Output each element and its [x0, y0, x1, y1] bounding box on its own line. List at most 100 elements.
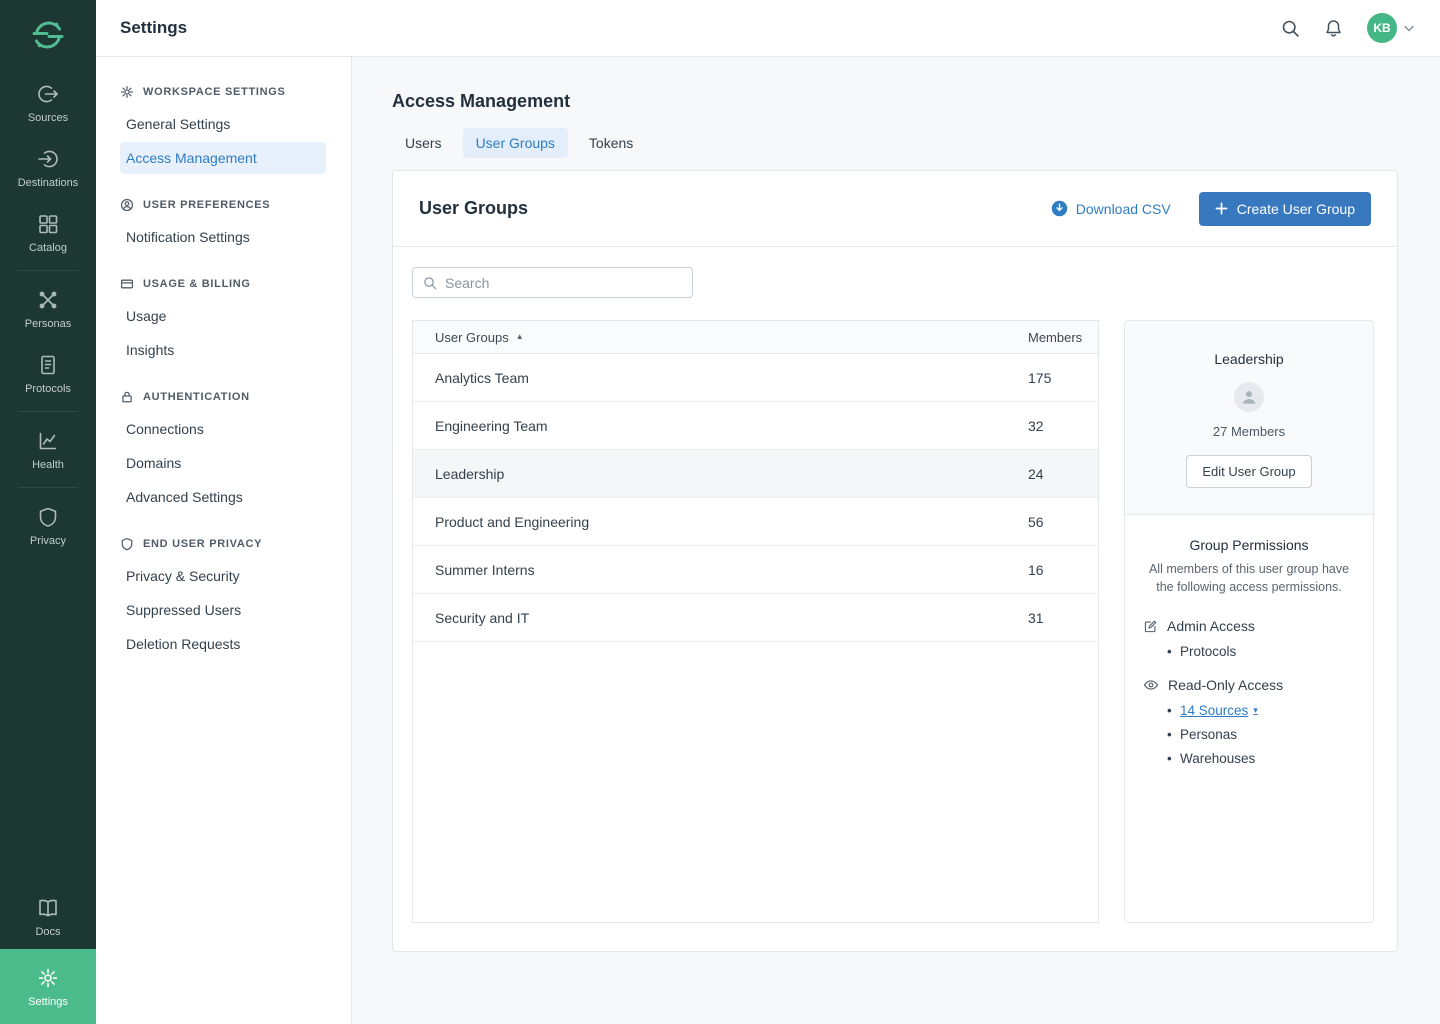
- card-body: User Groups ▲ Members Analytics Team 175: [393, 247, 1397, 951]
- group-detail-summary: Leadership 27 Members Edit User Group: [1125, 321, 1373, 515]
- user-circle-icon: [120, 198, 134, 212]
- members-cell: 31: [1028, 610, 1098, 626]
- nav-item-domains[interactable]: Domains: [120, 447, 326, 479]
- sidebar-item-settings[interactable]: Settings: [0, 949, 96, 1024]
- nav-section-heading-label: USAGE & BILLING: [143, 278, 251, 290]
- sidebar-item-catalog[interactable]: Catalog: [0, 200, 96, 265]
- search-input[interactable]: [445, 275, 682, 291]
- sidebar-item-destinations[interactable]: Destinations: [0, 135, 96, 200]
- table-row[interactable]: Security and IT 31: [413, 594, 1098, 642]
- column-header-label: User Groups: [435, 330, 509, 345]
- group-name-cell: Security and IT: [413, 610, 1028, 626]
- table-row[interactable]: Product and Engineering 56: [413, 498, 1098, 546]
- sources-count-link[interactable]: 14 Sources▾: [1180, 703, 1258, 718]
- download-csv-button[interactable]: Download CSV: [1051, 200, 1171, 217]
- eye-icon: [1143, 677, 1159, 693]
- lock-icon: [120, 390, 134, 404]
- app-root: Sources Destinations Catalog Personas: [0, 0, 1440, 1024]
- table-and-detail: User Groups ▲ Members Analytics Team 175: [412, 320, 1374, 923]
- nav-section-end-user-privacy: END USER PRIVACY Privacy & Security Supp…: [96, 537, 351, 660]
- nav-section-heading-label: AUTHENTICATION: [143, 391, 250, 403]
- settings-gear-icon: [37, 967, 59, 989]
- tab-users[interactable]: Users: [392, 128, 455, 158]
- permission-item: Protocols: [1167, 644, 1355, 659]
- sidebar-item-label: Destinations: [18, 177, 79, 189]
- members-cell: 32: [1028, 418, 1098, 434]
- admin-access-group: Admin Access Protocols: [1143, 618, 1355, 659]
- nav-item-general-settings[interactable]: General Settings: [120, 108, 326, 140]
- topbar-actions: KB: [1281, 13, 1414, 43]
- settings-nav: WORKSPACE SETTINGS General Settings Acce…: [96, 57, 352, 1024]
- download-icon: [1051, 200, 1068, 217]
- sidebar-item-personas[interactable]: Personas: [0, 276, 96, 341]
- table-row[interactable]: Analytics Team 175: [413, 354, 1098, 402]
- billing-card-icon: [120, 277, 134, 291]
- nav-item-connections[interactable]: Connections: [120, 413, 326, 445]
- sidebar-item-docs[interactable]: Docs: [0, 884, 96, 949]
- sidebar-item-privacy[interactable]: Privacy: [0, 493, 96, 558]
- person-icon: [1240, 388, 1258, 406]
- tab-user-groups[interactable]: User Groups: [463, 128, 568, 158]
- members-cell: 175: [1028, 370, 1098, 386]
- segment-logo[interactable]: [0, 0, 96, 70]
- rail-divider: [18, 487, 78, 488]
- group-name-cell: Summer Interns: [413, 562, 1028, 578]
- user-groups-table: User Groups ▲ Members Analytics Team 175: [412, 320, 1099, 923]
- nav-item-deletion-requests[interactable]: Deletion Requests: [120, 628, 326, 660]
- sidebar-item-label: Settings: [28, 996, 68, 1008]
- chevron-down-icon: [1404, 25, 1414, 32]
- docs-icon: [37, 897, 59, 919]
- protocols-icon: [37, 354, 59, 376]
- create-user-group-button[interactable]: Create User Group: [1199, 192, 1371, 226]
- search-button[interactable]: [1281, 19, 1300, 38]
- nav-section-workspace-settings: WORKSPACE SETTINGS General Settings Acce…: [96, 85, 351, 174]
- table-row[interactable]: Summer Interns 16: [413, 546, 1098, 594]
- table-row-selected[interactable]: Leadership 24: [413, 450, 1098, 498]
- tab-tokens[interactable]: Tokens: [576, 128, 646, 158]
- sidebar-item-health[interactable]: Health: [0, 417, 96, 482]
- nav-item-access-management[interactable]: Access Management: [120, 142, 326, 174]
- notifications-button[interactable]: [1324, 19, 1343, 38]
- nav-item-privacy-security[interactable]: Privacy & Security: [120, 560, 326, 592]
- primary-sidebar: Sources Destinations Catalog Personas: [0, 0, 96, 1024]
- group-permissions: Group Permissions All members of this us…: [1125, 515, 1373, 806]
- sort-ascending-icon[interactable]: ▲: [516, 333, 524, 341]
- table-header: User Groups ▲ Members: [413, 321, 1098, 354]
- account-menu[interactable]: KB: [1367, 13, 1414, 43]
- rail-divider: [18, 270, 78, 271]
- nav-item-usage[interactable]: Usage: [120, 300, 326, 332]
- sidebar-item-protocols[interactable]: Protocols: [0, 341, 96, 406]
- table-row[interactable]: Engineering Team 32: [413, 402, 1098, 450]
- permissions-description: All members of this user group have the …: [1143, 560, 1355, 596]
- nav-section-usage-billing: USAGE & BILLING Usage Insights: [96, 277, 351, 366]
- nav-section-heading: USAGE & BILLING: [96, 277, 351, 291]
- read-only-access-group: Read-Only Access 14 Sources▾ Personas Wa…: [1143, 677, 1355, 766]
- privacy-icon: [37, 506, 59, 528]
- edit-square-icon: [1143, 619, 1158, 634]
- nav-item-insights[interactable]: Insights: [120, 334, 326, 366]
- nav-item-notification-settings[interactable]: Notification Settings: [120, 221, 326, 253]
- card-actions: Download CSV Create User Group: [1051, 192, 1371, 226]
- nav-section-heading-label: USER PREFERENCES: [143, 199, 270, 211]
- content-row: WORKSPACE SETTINGS General Settings Acce…: [96, 57, 1440, 1024]
- read-only-access-label: Read-Only Access: [1168, 677, 1283, 693]
- permission-item: Personas: [1167, 727, 1355, 742]
- plus-icon: [1215, 202, 1228, 215]
- edit-user-group-button[interactable]: Edit User Group: [1186, 455, 1311, 488]
- nav-item-suppressed-users[interactable]: Suppressed Users: [120, 594, 326, 626]
- sidebar-item-label: Personas: [25, 318, 71, 330]
- shield-icon: [120, 537, 134, 551]
- column-header-user-groups[interactable]: User Groups ▲: [413, 330, 1028, 345]
- admin-access-header: Admin Access: [1143, 618, 1355, 634]
- sidebar-item-sources[interactable]: Sources: [0, 70, 96, 135]
- rail-divider: [18, 411, 78, 412]
- sidebar-item-label: Sources: [28, 112, 68, 124]
- group-name-cell: Product and Engineering: [413, 514, 1028, 530]
- nav-item-advanced-settings[interactable]: Advanced Settings: [120, 481, 326, 513]
- permissions-title: Group Permissions: [1143, 537, 1355, 553]
- sources-icon: [37, 83, 59, 105]
- nav-section-heading: WORKSPACE SETTINGS: [96, 85, 351, 99]
- column-header-members[interactable]: Members: [1028, 330, 1098, 345]
- sidebar-item-label: Protocols: [25, 383, 71, 395]
- members-cell: 16: [1028, 562, 1098, 578]
